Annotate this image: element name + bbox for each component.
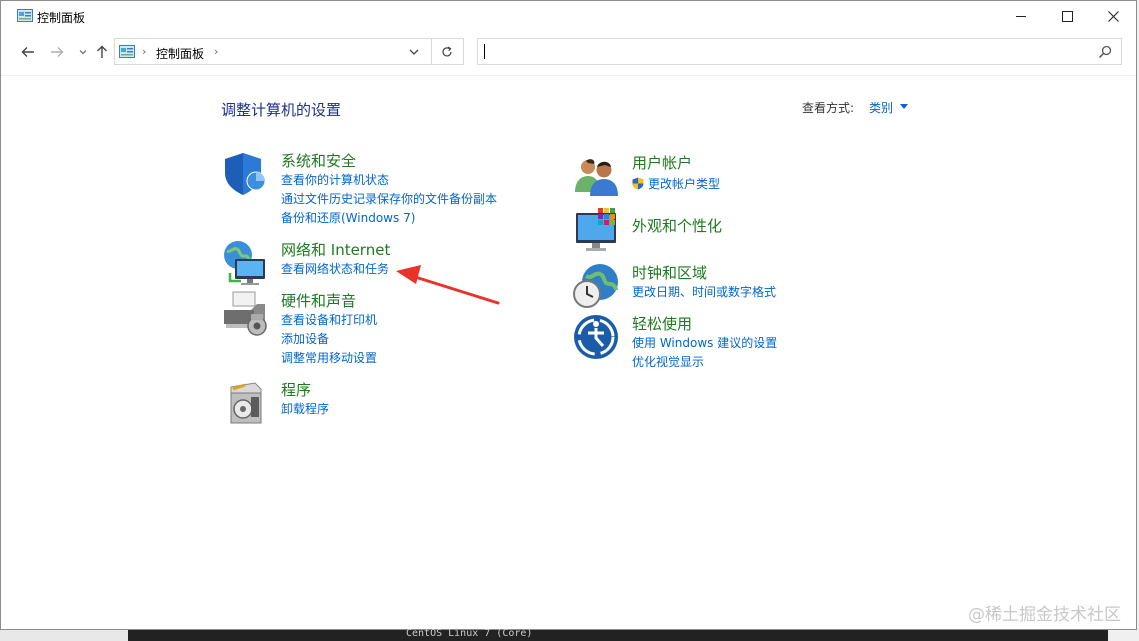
category-title[interactable]: 硬件和声音 xyxy=(281,290,356,311)
category-title[interactable]: 程序 xyxy=(281,379,311,400)
watermark: @稀土掘金技术社区 xyxy=(968,605,1121,625)
link-backup-restore[interactable]: 备份和还原(Windows 7) xyxy=(281,209,497,228)
link-recommended-settings[interactable]: 使用 Windows 建议的设置 xyxy=(632,334,777,353)
background-console-window: CentOS Linux 7 (Core) xyxy=(128,628,1108,641)
title-bar: 控制面板 xyxy=(1,1,1136,32)
link-devices-printers[interactable]: 查看设备和打印机 xyxy=(281,311,377,330)
divider xyxy=(431,39,432,64)
control-panel-window: 控制面板 › 控制面板 › 调整计算机的设置 查看方式: 类别 系统和安全 查看… xyxy=(0,0,1137,630)
category-links: 查看设备和打印机 添加设备 调整常用移动设置 xyxy=(281,311,377,368)
category-links: 卸载程序 xyxy=(281,400,329,419)
arrow-right-icon xyxy=(51,47,64,57)
address-bar[interactable]: › 控制面板 › xyxy=(114,38,464,65)
breadcrumb-control-panel[interactable]: 控制面板 xyxy=(156,45,204,62)
link-change-account-type[interactable]: 更改帐户类型 xyxy=(632,175,720,194)
search-icon[interactable] xyxy=(1097,44,1113,60)
link-file-history-backup[interactable]: 通过文件历史记录保存你的文件备份副本 xyxy=(281,190,497,209)
maximize-icon xyxy=(1061,11,1073,22)
forward-button[interactable] xyxy=(47,41,67,63)
minimize-icon xyxy=(1016,16,1026,17)
view-by-label: 查看方式: xyxy=(802,101,855,115)
link-optimize-visual-display[interactable]: 优化视觉显示 xyxy=(632,353,777,372)
category-links: 使用 Windows 建议的设置 优化视觉显示 xyxy=(632,334,777,372)
background-desktop xyxy=(0,630,128,641)
dropdown-caret-icon[interactable] xyxy=(900,104,908,109)
refresh-icon xyxy=(442,46,452,57)
text-cursor xyxy=(484,44,485,59)
view-by-dropdown[interactable]: 类别 xyxy=(869,99,893,116)
category-title[interactable]: 外观和个性化 xyxy=(632,215,722,236)
address-dropdown-button[interactable] xyxy=(405,43,423,61)
back-button[interactable] xyxy=(18,41,38,63)
breadcrumb-separator[interactable]: › xyxy=(214,45,218,58)
recent-locations-button[interactable] xyxy=(73,41,93,63)
control-panel-icon xyxy=(119,45,135,58)
category-title[interactable]: 系统和安全 xyxy=(281,150,356,171)
users-icon[interactable] xyxy=(572,152,620,200)
network-icon[interactable] xyxy=(221,239,269,287)
link-label[interactable]: 更改帐户类型 xyxy=(648,177,720,191)
link-add-device[interactable]: 添加设备 xyxy=(281,330,377,349)
console-text: CentOS Linux 7 (Core) xyxy=(406,628,533,639)
close-button[interactable] xyxy=(1090,1,1136,32)
printer-icon[interactable] xyxy=(221,290,269,338)
link-view-computer-status[interactable]: 查看你的计算机状态 xyxy=(281,171,497,190)
control-panel-icon xyxy=(17,9,33,22)
chevron-down-icon xyxy=(409,49,419,55)
category-title[interactable]: 轻松使用 xyxy=(632,313,692,334)
refresh-button[interactable] xyxy=(437,42,457,62)
window-title: 控制面板 xyxy=(37,11,86,25)
chevron-down-icon xyxy=(79,50,87,55)
navigation-bar: › 控制面板 › xyxy=(1,32,1136,72)
programs-icon[interactable] xyxy=(221,379,269,427)
link-network-status-tasks[interactable]: 查看网络状态和任务 xyxy=(281,260,389,279)
category-links: 更改日期、时间或数字格式 xyxy=(632,283,776,302)
category-title[interactable]: 时钟和区域 xyxy=(632,262,707,283)
up-button[interactable] xyxy=(92,41,112,63)
category-title[interactable]: 网络和 Internet xyxy=(281,239,390,260)
arrow-left-icon xyxy=(21,47,34,57)
arrow-up-icon xyxy=(97,45,107,58)
divider xyxy=(1,75,1136,76)
shield-icon[interactable] xyxy=(221,150,269,198)
category-title[interactable]: 用户帐户 xyxy=(632,152,692,173)
maximize-button[interactable] xyxy=(1044,1,1090,32)
breadcrumb-separator[interactable]: › xyxy=(142,45,146,58)
category-links: 查看网络状态和任务 xyxy=(281,260,389,279)
page-title: 调整计算机的设置 xyxy=(221,101,342,119)
ease-of-access-icon[interactable] xyxy=(572,313,620,361)
minimize-button[interactable] xyxy=(998,1,1044,32)
category-links: 更改帐户类型 xyxy=(632,175,720,194)
clock-globe-icon[interactable] xyxy=(572,262,620,310)
link-uninstall-program[interactable]: 卸载程序 xyxy=(281,400,329,419)
link-mobility-settings[interactable]: 调整常用移动设置 xyxy=(281,349,377,368)
appearance-icon[interactable] xyxy=(572,207,620,255)
uac-shield-icon xyxy=(632,177,644,190)
search-box[interactable] xyxy=(477,38,1122,65)
link-date-time-format[interactable]: 更改日期、时间或数字格式 xyxy=(632,283,776,302)
close-icon xyxy=(1107,11,1119,22)
category-links: 查看你的计算机状态 通过文件历史记录保存你的文件备份副本 备份和还原(Windo… xyxy=(281,171,497,228)
